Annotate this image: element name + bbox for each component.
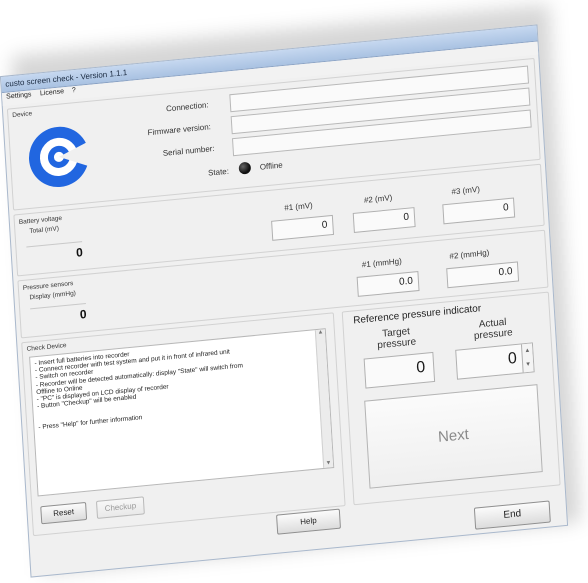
scroll-down-icon[interactable]: ▼ (324, 460, 333, 468)
battery-ch1-label: #1 (mV) (284, 200, 313, 213)
checkup-button[interactable]: Checkup (95, 496, 145, 519)
target-pressure-label: Target pressure (366, 325, 427, 353)
serial-label: Serial number: (162, 143, 215, 158)
actual-pressure-label: Actual pressure (457, 315, 528, 344)
menu-help[interactable]: ? (72, 87, 76, 94)
battery-ch3-label: #3 (mV) (451, 184, 481, 197)
stepper-down-icon[interactable]: ▼ (523, 357, 534, 372)
battery-ch3-value: 0 (442, 197, 516, 225)
battery-title: Battery voltage (18, 214, 63, 227)
battery-total-label: Total (mV) (29, 225, 60, 236)
menu-settings[interactable]: Settings (6, 91, 32, 100)
stepper-buttons[interactable]: ▲ ▼ (520, 343, 534, 373)
device-label: Device (12, 110, 33, 120)
battery-total-value: 0 (26, 241, 84, 268)
pressure-ch2-label: #2 (mmHg) (449, 248, 490, 261)
menu-license[interactable]: License (40, 88, 64, 97)
state-indicator-icon (238, 161, 252, 175)
end-button[interactable]: End (473, 500, 551, 530)
check-device-panel: Check Device - Insert full batteries int… (21, 312, 346, 537)
pressure-ch1-value: 0.0 (356, 270, 420, 297)
actual-pressure-stepper[interactable]: 0 ▲ ▼ (455, 342, 535, 380)
firmware-label: Firmware version: (147, 122, 212, 138)
instructions-textarea[interactable]: - Insert full batteries into recorder - … (29, 328, 335, 497)
check-device-title: Check Device (26, 342, 67, 353)
battery-ch2-label: #2 (mV) (363, 193, 393, 205)
actual-pressure-value: 0 (507, 349, 518, 368)
state-value: Offline (259, 160, 283, 172)
battery-ch2-value: 0 (352, 207, 416, 233)
help-button[interactable]: Help (276, 508, 341, 535)
reference-pressure-panel: Reference pressure indicator Target pres… (341, 291, 561, 506)
next-button[interactable]: Next (364, 384, 543, 489)
device-logo (28, 126, 94, 188)
target-pressure-input[interactable]: 0 (363, 351, 436, 389)
app-window: custo screen check - Version 1.1.1 Setti… (0, 24, 569, 578)
reset-button[interactable]: Reset (40, 501, 88, 525)
connection-label: Connection: (165, 100, 209, 114)
pressure-display-value: 0 (30, 302, 88, 330)
stepper-up-icon[interactable]: ▲ (522, 343, 533, 358)
pressure-ch2-value: 0.0 (446, 261, 520, 289)
scroll-up-icon[interactable]: ▲ (316, 329, 325, 337)
state-label: State: (207, 166, 230, 178)
pressure-ch1-label: #1 (mmHg) (361, 256, 402, 270)
pressure-display-label: Display (mmHg) (29, 289, 77, 302)
battery-ch1-value: 0 (271, 214, 335, 241)
vertical-scrollbar[interactable]: ▲ ▼ (314, 329, 334, 469)
